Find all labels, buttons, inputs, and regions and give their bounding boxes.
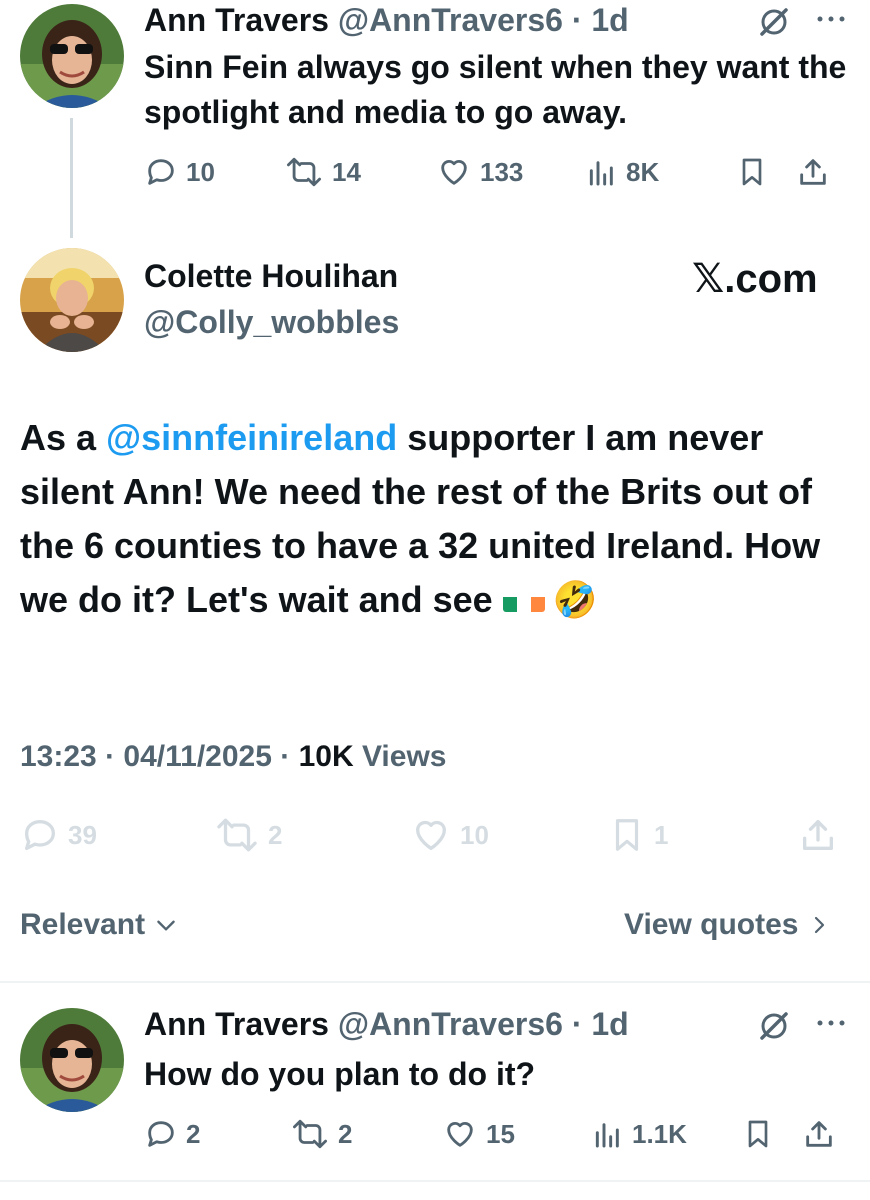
irish-flag-emoji	[502, 585, 545, 612]
mention-link[interactable]: @sinnfeinireland	[106, 417, 397, 458]
like-icon	[441, 160, 467, 185]
parent-tweet-actions: 10 14 133 8K	[144, 152, 844, 192]
bookmark-button[interactable]	[736, 155, 796, 189]
more-icon[interactable]	[814, 1012, 848, 1039]
reply-author-name[interactable]: Ann Travers	[144, 1006, 329, 1042]
reply-button[interactable]: 10	[144, 155, 284, 189]
grok-icon[interactable]	[756, 4, 792, 45]
main-retweet-button[interactable]: 2	[214, 815, 410, 855]
avatar-colette-houlihan[interactable]	[20, 248, 124, 352]
reply-icon	[148, 1121, 174, 1147]
thread-connector-line	[70, 118, 73, 238]
like-icon	[416, 820, 446, 850]
main-tweet-text: As a @sinnfeinireland supporter I am nev…	[20, 411, 840, 627]
view-count: 8K	[626, 156, 660, 187]
reply-reply-count: 2	[186, 1118, 201, 1149]
views-icon	[595, 1123, 619, 1148]
more-icon[interactable]	[814, 8, 848, 35]
share-icon	[806, 1121, 832, 1147]
retweet-button[interactable]: 14	[284, 155, 436, 189]
avatar-ann-travers-reply[interactable]	[20, 1008, 124, 1112]
view-quotes-button[interactable]: View quotes	[624, 908, 831, 942]
retweet-icon	[293, 1119, 328, 1149]
share-icon	[800, 159, 826, 185]
rofl-emoji: 🤣	[552, 579, 598, 620]
views-icon	[589, 161, 613, 186]
author-handle-time[interactable]: @AnnTravers6 · 1d	[338, 2, 629, 38]
chevron-down-icon	[157, 920, 175, 931]
reply-view-count: 1.1K	[632, 1118, 687, 1149]
grok-icon[interactable]	[756, 1008, 792, 1049]
reply-like-button[interactable]: 15	[442, 1117, 592, 1151]
author-name[interactable]: Ann Travers	[144, 2, 329, 38]
main-reply-count: 39	[68, 819, 97, 850]
main-bookmark-count: 1	[654, 819, 669, 850]
main-tweet-actions: 39 2 10 1	[20, 814, 844, 856]
reply-share-button[interactable]	[802, 1117, 836, 1151]
relevance-filter-button[interactable]: Relevant	[20, 908, 179, 942]
reply-icon	[148, 159, 174, 185]
parent-tweet-header: Ann Travers @AnnTravers6 · 1d	[144, 2, 629, 39]
reply-views-button[interactable]: 1.1K	[592, 1118, 742, 1150]
like-icon	[447, 1122, 473, 1147]
parent-tweet-text: Sinn Fein always go silent when they wan…	[144, 49, 847, 130]
main-like-count: 10	[460, 819, 489, 850]
tweet-date[interactable]: 04/11/2025	[123, 740, 272, 773]
reply-icon	[25, 820, 55, 850]
text-prefix: As a	[20, 417, 107, 458]
bottom-divider	[0, 1180, 870, 1182]
chevron-right-icon	[814, 916, 824, 934]
filter-label: Relevant	[20, 908, 146, 941]
main-retweet-count: 2	[268, 819, 283, 850]
avatar-image	[20, 248, 124, 352]
main-author-name[interactable]: Colette Houlihan	[144, 258, 398, 295]
bookmark-icon	[615, 819, 639, 851]
x-com-watermark: 𝕏.com	[692, 257, 818, 301]
main-share-button[interactable]	[798, 815, 838, 855]
reply-retweet-count: 2	[338, 1118, 353, 1149]
like-button[interactable]: 133	[436, 155, 586, 189]
share-button[interactable]	[796, 155, 830, 189]
reply-reply-button[interactable]: 2	[144, 1117, 290, 1151]
bookmark-icon	[748, 1120, 768, 1148]
share-icon	[803, 820, 833, 850]
reply-retweet-button[interactable]: 2	[290, 1117, 442, 1151]
reply-tweet-header: Ann Travers @AnnTravers6 · 1d	[144, 1006, 629, 1043]
avatar-ann-travers[interactable]	[20, 4, 124, 108]
retweet-icon	[287, 157, 322, 187]
reply-author-handle-time[interactable]: @AnnTravers6 · 1d	[338, 1006, 629, 1042]
view-quotes-label: View quotes	[624, 908, 799, 941]
main-reply-button[interactable]: 39	[20, 815, 214, 855]
bookmark-icon	[742, 158, 762, 186]
retweet-count: 14	[332, 156, 361, 187]
views-label: Views	[361, 740, 447, 773]
views-count: 10K	[298, 740, 354, 773]
reply-like-count: 15	[486, 1118, 515, 1149]
reply-count: 10	[186, 156, 215, 187]
tweet-time[interactable]: 13:23	[20, 740, 97, 773]
avatar-image	[20, 1008, 124, 1112]
main-bookmark-button[interactable]: 1	[608, 814, 798, 856]
reply-tweet-text: How do you plan to do it?	[144, 1056, 536, 1092]
reply-bookmark-button[interactable]	[742, 1117, 802, 1151]
section-divider	[0, 981, 870, 983]
views-button[interactable]: 8K	[586, 156, 736, 188]
main-author-handle[interactable]: @Colly_wobbles	[144, 304, 399, 341]
reply-tweet-actions: 2 2 15 1.1K	[144, 1114, 844, 1154]
retweet-icon	[217, 818, 257, 852]
like-count: 133	[480, 156, 524, 187]
main-like-button[interactable]: 10	[410, 815, 608, 855]
tweet-metadata: 13:23 · 04/11/2025 · 10K Views	[20, 740, 447, 773]
avatar-image	[20, 4, 124, 108]
